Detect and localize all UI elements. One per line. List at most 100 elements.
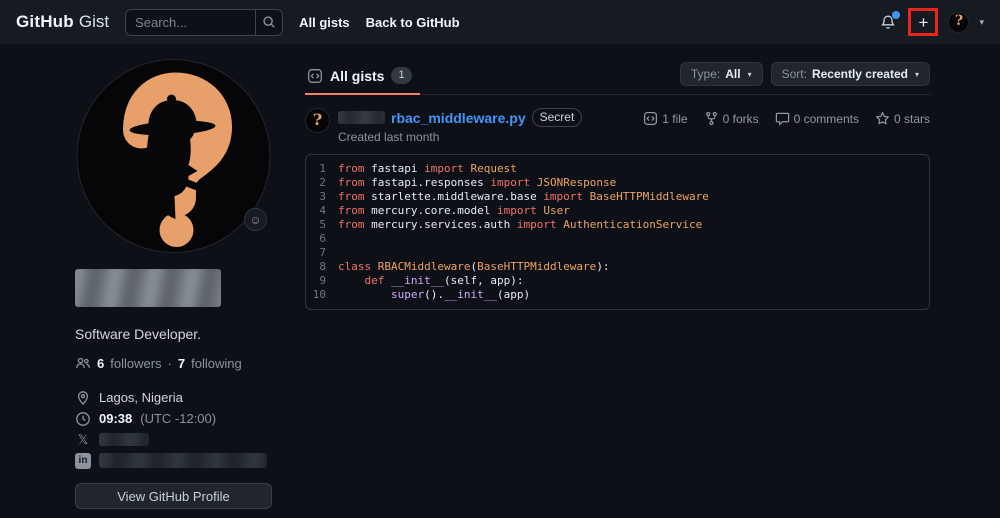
followers-row[interactable]: 6 followers · 7 following <box>75 355 272 371</box>
sort-filter-dropdown[interactable]: Sort: Recently created ▾ <box>771 62 930 86</box>
set-status-button[interactable]: ☺ <box>244 208 267 231</box>
code-line: 4from mercury.core.model import User <box>306 204 929 218</box>
nav-link-all-gists[interactable]: All gists <box>299 15 350 30</box>
comment-count-label: 0 comments <box>794 112 859 126</box>
star-count[interactable]: 0 stars <box>875 111 930 126</box>
user-avatar-mini[interactable]: ? <box>948 12 969 33</box>
avatar-question-glyph: ? <box>313 112 322 128</box>
code-line: 3from starlette.middleware.base import B… <box>306 190 929 204</box>
gist-header: ? rbac_middleware.py Secret Created last… <box>305 108 930 144</box>
fork-count[interactable]: 0 forks <box>704 111 759 126</box>
profile-bio: Software Developer. <box>75 326 272 342</box>
type-filter-value: All <box>725 67 740 81</box>
timezone: (UTC -12:00) <box>140 411 216 426</box>
code-square-icon <box>307 68 323 84</box>
redacted-gist-owner-name <box>338 111 385 124</box>
x-twitter-icon: 𝕏 <box>75 432 91 448</box>
view-github-profile-label: View GitHub Profile <box>117 489 229 504</box>
clock-icon <box>75 411 91 427</box>
redacted-linkedin-url <box>99 453 267 468</box>
code-line: 5from mercury.services.auth import Authe… <box>306 218 929 232</box>
line-number: 1 <box>306 162 338 176</box>
sort-filter-label: Sort: <box>782 67 807 81</box>
tab-all-gists-label: All gists <box>330 68 384 84</box>
line-number: 8 <box>306 260 338 274</box>
x-social-row[interactable]: 𝕏 <box>75 429 272 450</box>
tab-all-gists[interactable]: All gists 1 <box>305 62 420 95</box>
fork-count-label: 0 forks <box>723 112 759 126</box>
people-icon <box>75 355 91 371</box>
line-number: 6 <box>306 232 338 246</box>
followers-count: 6 <box>97 356 104 371</box>
chevron-down-icon: ▾ <box>748 70 752 79</box>
file-count-label: 1 file <box>662 112 687 126</box>
gists-tab-bar: All gists 1 Type: All ▾ Sort: Recently c… <box>305 62 930 95</box>
code-line: 7 <box>306 246 929 260</box>
notification-dot <box>892 11 900 19</box>
linkedin-social-row[interactable]: in <box>75 450 272 471</box>
view-github-profile-button[interactable]: View GitHub Profile <box>75 483 272 509</box>
following-count: 7 <box>178 356 185 371</box>
notifications-button[interactable] <box>878 12 898 32</box>
code-line: 1from fastapi import Request <box>306 162 929 176</box>
file-count[interactable]: 1 file <box>643 111 687 126</box>
logo-gist-text: Gist <box>79 12 109 32</box>
secret-badge: Secret <box>532 108 583 127</box>
line-number: 3 <box>306 190 338 204</box>
code-line: 6 <box>306 232 929 246</box>
page-container: ☺ Software Developer. 6 followers · 7 fo… <box>0 44 1000 509</box>
line-number: 9 <box>306 274 338 288</box>
user-menu-caret-icon[interactable]: ▾ <box>979 17 984 28</box>
line-number: 10 <box>306 288 338 302</box>
gist-title-block: rbac_middleware.py Secret Created last m… <box>338 108 582 144</box>
gist-owner-avatar[interactable]: ? <box>305 108 330 133</box>
profile-sidebar: ☺ Software Developer. 6 followers · 7 fo… <box>75 58 272 509</box>
code-line: 10 super().__init__(app) <box>306 288 929 302</box>
code-lines: 1from fastapi import Request2from fastap… <box>306 162 929 302</box>
star-count-label: 0 stars <box>894 112 930 126</box>
chevron-down-icon: ▾ <box>915 70 919 79</box>
logo-github-text: GitHub <box>16 12 74 32</box>
gist-filename-link[interactable]: rbac_middleware.py <box>391 110 526 126</box>
profile-avatar[interactable]: ☺ <box>75 58 272 254</box>
gist-created-timestamp: Created last month <box>338 130 582 144</box>
fork-icon <box>704 111 719 126</box>
smiley-status-icon: ☺ <box>249 214 261 226</box>
avatar-question-glyph: ? <box>955 14 963 28</box>
plus-icon: + <box>919 14 929 31</box>
type-filter-label: Type: <box>691 67 720 81</box>
profile-details: Lagos, Nigeria 09:38 (UTC -12:00) 𝕏 in <box>75 387 272 471</box>
navbar: GitHub Gist All gists Back to GitHub <box>0 0 1000 44</box>
sherlock-question-avatar-image <box>75 58 272 254</box>
linkedin-icon: in <box>75 453 91 469</box>
dot-separator: · <box>168 356 172 371</box>
star-icon <box>875 111 890 126</box>
sort-filter-value: Recently created <box>812 67 908 81</box>
comment-count[interactable]: 0 comments <box>775 111 859 126</box>
redacted-display-name <box>75 269 221 307</box>
navbar-right-group: + ? ▾ <box>878 8 984 36</box>
line-number: 2 <box>306 176 338 190</box>
search-submit-button[interactable] <box>255 10 282 35</box>
search-input[interactable] <box>126 10 255 35</box>
new-gist-button[interactable]: + <box>908 8 938 36</box>
github-gist-logo[interactable]: GitHub Gist <box>16 12 109 32</box>
gist-title-line: rbac_middleware.py Secret <box>338 108 582 127</box>
nav-link-back-to-github[interactable]: Back to GitHub <box>366 15 460 30</box>
line-number: 7 <box>306 246 338 260</box>
tab-count-badge: 1 <box>391 67 411 84</box>
gist-code-preview[interactable]: 1from fastapi import Request2from fastap… <box>305 154 930 310</box>
local-time: 09:38 <box>99 411 132 426</box>
main-content: All gists 1 Type: All ▾ Sort: Recently c… <box>305 62 930 509</box>
code-line: 9 def __init__(self, app): <box>306 274 929 288</box>
location-text: Lagos, Nigeria <box>99 390 183 405</box>
search-box <box>125 9 283 36</box>
location-row: Lagos, Nigeria <box>75 387 272 408</box>
redacted-x-handle <box>99 433 149 446</box>
type-filter-dropdown[interactable]: Type: All ▾ <box>680 62 763 86</box>
gist-list-item: ? rbac_middleware.py Secret Created last… <box>305 108 930 310</box>
code-line: 2from fastapi.responses import JSONRespo… <box>306 176 929 190</box>
comment-icon <box>775 111 790 126</box>
gist-meta-row: 1 file 0 forks <box>643 108 930 126</box>
location-pin-icon <box>75 390 91 406</box>
